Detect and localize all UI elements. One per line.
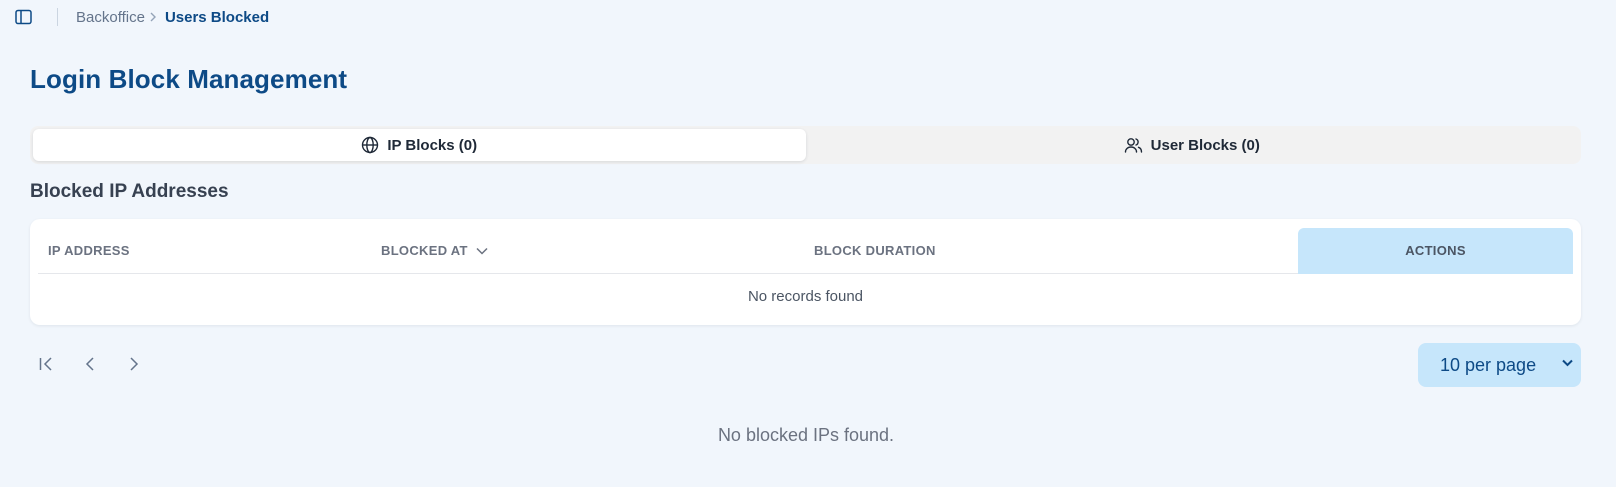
chevron-left-icon — [85, 357, 94, 371]
tab-user-blocks-label: User Blocks (0) — [1150, 136, 1260, 154]
section-title: Blocked IP Addresses — [30, 181, 229, 202]
previous-page-button[interactable] — [78, 352, 102, 376]
tab-user-blocks[interactable]: User Blocks (0) — [806, 129, 1579, 161]
chevron-down-icon — [1562, 359, 1573, 367]
topbar-divider — [57, 8, 58, 26]
block-type-tabs: IP Blocks (0) User Blocks (0) — [30, 126, 1581, 164]
chevron-right-icon — [149, 12, 157, 22]
first-page-icon — [39, 357, 52, 371]
per-page-value: 10 per page — [1440, 354, 1537, 375]
sidebar-toggle-icon[interactable] — [14, 8, 32, 26]
empty-state-message: No blocked IPs found. — [717, 425, 895, 445]
column-header-blocked-at-label: BLOCKED AT — [381, 243, 468, 258]
page-title: Login Block Management — [30, 64, 348, 94]
column-header-actions: ACTIONS — [1298, 227, 1573, 274]
pagination — [34, 352, 166, 376]
next-page-button[interactable] — [122, 352, 146, 376]
sort-desc-icon — [476, 247, 488, 255]
breadcrumb-backoffice-link[interactable]: Backoffice — [76, 9, 145, 26]
tab-ip-blocks[interactable]: IP Blocks (0) — [33, 129, 806, 161]
users-icon — [1124, 136, 1143, 154]
top-bar: Backoffice Users Blocked — [0, 0, 1616, 34]
per-page-select[interactable]: 10 per page — [1418, 343, 1581, 387]
column-header-block-duration: BLOCK DURATION — [814, 243, 936, 258]
blocked-ip-table: IP ADDRESS BLOCKED AT BLOCK DURATION ACT… — [30, 219, 1581, 325]
table-empty-row: No records found — [747, 287, 864, 305]
chevron-right-icon — [130, 357, 139, 371]
breadcrumb-current: Users Blocked — [164, 8, 270, 26]
column-header-ip-address: IP ADDRESS — [48, 243, 130, 258]
breadcrumb: Backoffice Users Blocked — [76, 8, 269, 26]
first-page-button[interactable] — [34, 352, 58, 376]
column-header-blocked-at[interactable]: BLOCKED AT — [381, 228, 814, 274]
table-header: IP ADDRESS BLOCKED AT BLOCK DURATION ACT… — [38, 227, 1573, 274]
globe-icon — [361, 136, 379, 154]
tab-ip-blocks-label: IP Blocks (0) — [387, 136, 478, 154]
